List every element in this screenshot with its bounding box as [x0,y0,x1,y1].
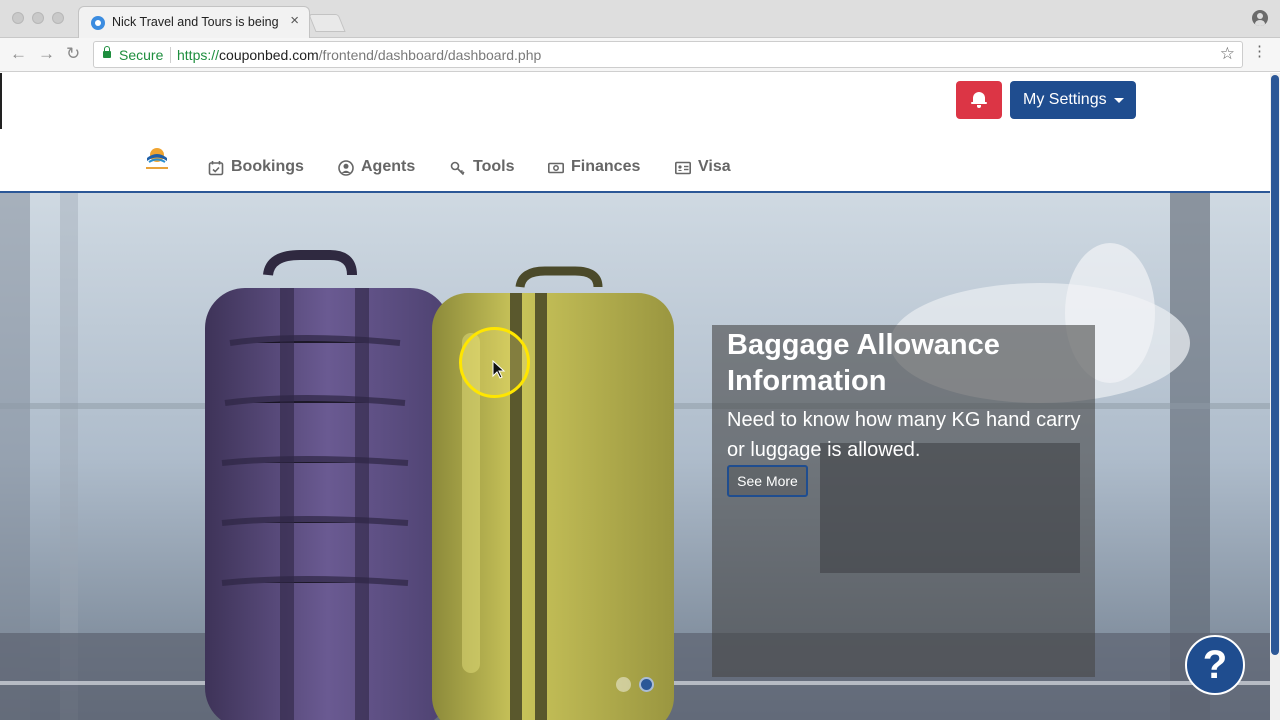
notifications-button[interactable] [956,81,1002,119]
url-text[interactable]: https://couponbed.com/frontend/dashboard… [177,47,541,63]
bell-icon [971,92,987,108]
window-close-button[interactable] [12,12,24,24]
browser-tabstrip: Nick Travel and Tours is being × [0,0,1280,39]
id-card-icon [675,161,691,175]
address-divider [170,47,171,63]
carousel-caption: Baggage Allowance Information Need to kn… [712,325,1095,677]
see-more-button[interactable]: See More [727,465,808,497]
my-settings-button[interactable]: My Settings [1010,81,1136,119]
tab-favicon-icon [91,16,105,30]
help-button[interactable]: ? [1185,635,1245,695]
browser-tab-active[interactable]: Nick Travel and Tours is being × [78,6,310,39]
window-maximize-button[interactable] [52,12,64,24]
address-bar[interactable]: Secure https://couponbed.com/frontend/da… [93,41,1243,68]
hero-carousel[interactable]: Baggage Allowance Information Need to kn… [0,193,1270,720]
money-bill-icon [548,162,564,174]
carousel-indicator-2-active[interactable] [639,677,654,692]
reload-button[interactable]: ↻ [66,44,80,64]
left-edge-marker [0,73,2,129]
caret-down-icon [1114,98,1124,103]
nav-bookings-label: Bookings [231,158,304,175]
nav-visa-label: Visa [698,158,731,175]
page-scrollbar[interactable] [1270,73,1280,720]
calendar-check-icon [208,161,224,176]
tab-title: Nick Travel and Tours is being [112,15,279,29]
caption-text: Need to know how many KG hand carry or l… [727,409,1081,461]
nav-agents-label: Agents [361,158,416,175]
mouse-cursor-highlight [459,327,530,398]
url-path: /frontend/dashboard/dashboard.php [318,47,542,63]
my-settings-label: My Settings [1023,91,1107,108]
key-icon [450,161,465,176]
lock-icon [103,46,111,58]
back-button[interactable]: ← [10,44,27,64]
carousel-indicator-1[interactable] [616,677,631,692]
profile-icon[interactable] [1252,10,1268,26]
tab-close-icon[interactable]: × [290,13,299,28]
window-minimize-button[interactable] [32,12,44,24]
forward-button[interactable]: → [38,44,55,64]
browser-toolbar: ← → ↻ Secure https://couponbed.com/front… [0,38,1280,72]
nav-tools-label: Tools [473,158,515,175]
user-circle-icon [338,160,354,176]
secure-label: Secure [119,47,164,63]
bookmark-star-icon[interactable]: ☆ [1220,44,1235,64]
travel-logo[interactable] [143,146,171,172]
page-content: My Settings Bookings Agents Tools Financ… [0,73,1270,720]
new-tab-button[interactable] [308,14,346,32]
caption-title: Baggage Allowance Information [727,329,1000,397]
nav-finances-label: Finances [571,158,641,175]
mouse-pointer-icon [492,360,506,379]
url-scheme: https:// [177,47,220,63]
url-host: couponbed.com [219,47,319,63]
scrollbar-thumb[interactable] [1271,75,1279,655]
browser-menu-icon[interactable]: ⋮ [1252,44,1267,59]
